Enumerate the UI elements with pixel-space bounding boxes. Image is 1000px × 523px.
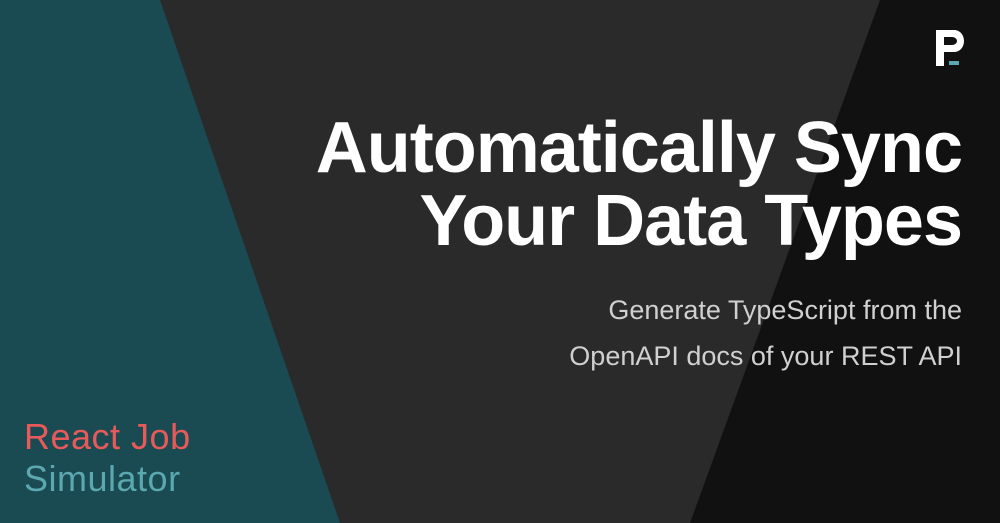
title-line-1: Automatically Sync	[316, 112, 962, 185]
page-subtitle: Generate TypeScript from the OpenAPI doc…	[569, 288, 962, 380]
content-layer: Automatically Sync Your Data Types Gener…	[0, 0, 1000, 523]
footer-line-1: React Job	[24, 416, 191, 457]
footer-brand: React Job Simulator	[24, 416, 191, 499]
footer-line-2: Simulator	[24, 458, 191, 499]
title-line-2: Your Data Types	[316, 185, 962, 258]
logo-icon	[932, 28, 968, 68]
subtitle-line-1: Generate TypeScript from the	[569, 288, 962, 334]
subtitle-line-2: OpenAPI docs of your REST API	[569, 334, 962, 380]
page-title: Automatically Sync Your Data Types	[316, 112, 962, 259]
